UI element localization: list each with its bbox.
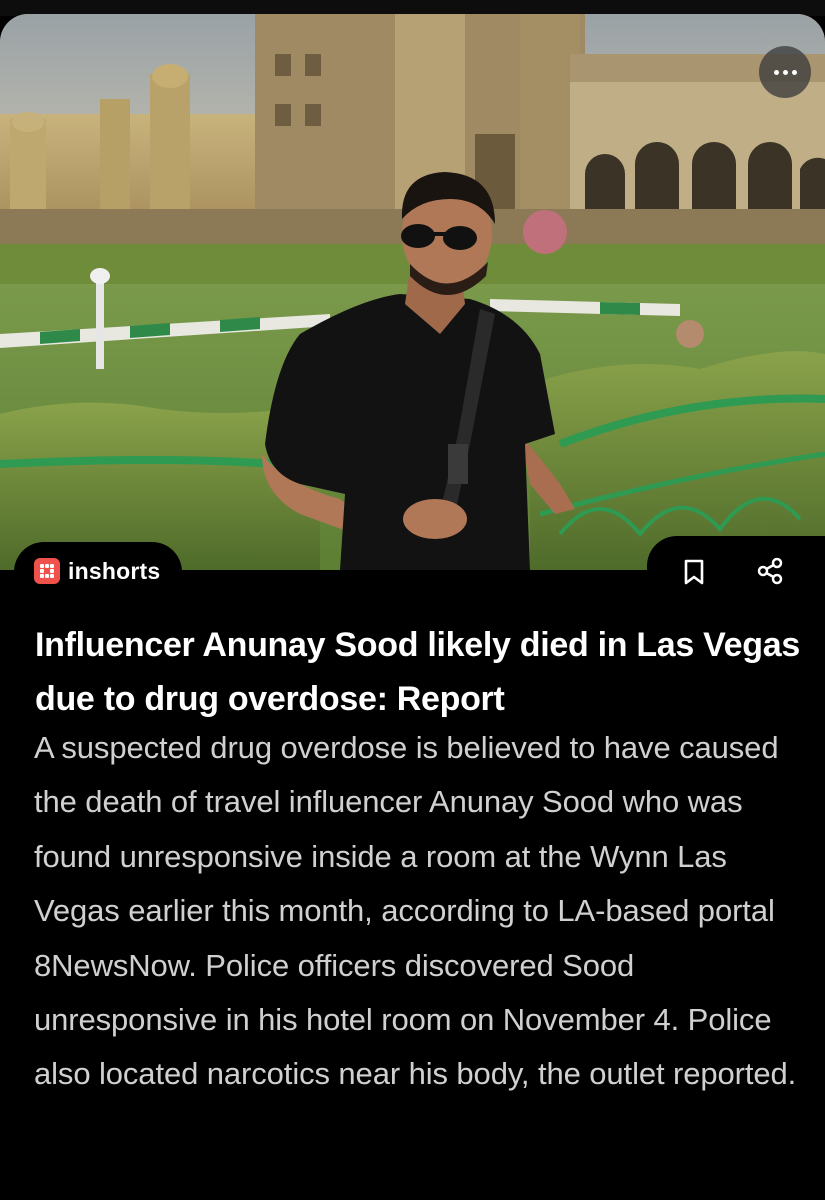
hero-image[interactable] [0,14,825,570]
brand-name: inshorts [68,557,161,584]
more-options-button[interactable] [759,46,811,98]
inshorts-logo-icon [34,558,60,584]
article-body: A suspected drug overdose is believed to… [34,730,797,1092]
share-icon[interactable] [755,556,785,586]
news-card-screen: inshorts Influencer Anunay Sood likely d… [0,0,825,1200]
card-actions [647,536,825,602]
bookmark-icon[interactable] [682,558,706,586]
more-horizontal-icon [773,69,779,75]
brand-badge[interactable]: inshorts [14,542,183,600]
article-headline: Influencer Anunay Sood likely died in La… [35,626,800,718]
hero-photo [0,14,825,570]
